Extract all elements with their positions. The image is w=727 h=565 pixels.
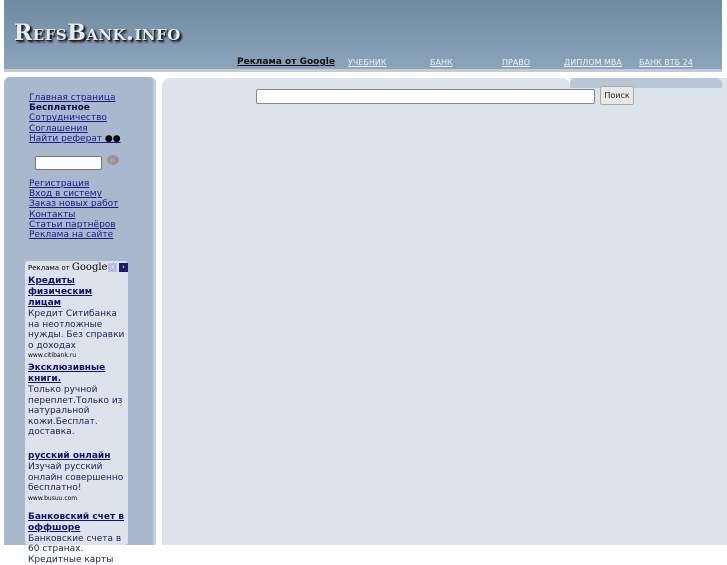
nav-google-ads[interactable]: Реклама от Google (237, 57, 335, 67)
sidebar-item-register[interactable]: Регистрация (29, 179, 118, 189)
sidebar-item-agreements[interactable]: Соглашения (29, 124, 121, 134)
eyes-icon: ●● (105, 134, 121, 144)
sidebar-item-home[interactable]: Главная страница (29, 93, 121, 103)
ad-desc: Только ручной переплет.Только из натурал… (28, 385, 125, 438)
ad-title[interactable]: Банковский счет в оффшоре (28, 512, 125, 534)
sidebar-item-partners[interactable]: Статьи партнёров (29, 220, 118, 230)
nav-bank[interactable]: БАНК (430, 58, 453, 67)
sidebar-item-login[interactable]: Вход в систему (29, 189, 118, 199)
ad-desc: Изучай русский онлайн совершенно бесплат… (28, 462, 125, 494)
ad-url[interactable]: www.citibank.ru (28, 351, 125, 361)
site-logo[interactable]: RefsBank.info (14, 20, 181, 46)
sidebar-links-bottom: Регистрация Вход в систему Заказ новых р… (29, 179, 118, 240)
ad-desc: Банковские счета в 60 странах. Кредитные… (28, 534, 125, 565)
ad-header-prefix: Реклама от (28, 264, 70, 272)
ad-desc: Кредит Ситибанка на неотложные нужды. Бе… (28, 309, 125, 351)
sidebar-item-find[interactable]: Найти реферат ●● (29, 134, 121, 144)
right-tab (570, 78, 722, 88)
sidebar-item-contacts[interactable]: Контакты (29, 210, 118, 220)
sidebar-search-input[interactable] (35, 156, 102, 170)
search-input[interactable] (256, 89, 595, 104)
ad-item[interactable]: Эксклюзивные книги.Только ручной перепле… (28, 361, 125, 449)
ad-url[interactable]: www.busuu.com (28, 494, 125, 504)
next-arrow-icon[interactable]: › (119, 263, 128, 272)
nav-textbook[interactable]: УЧЕБНИК (348, 58, 387, 67)
google-ad-block: Реклама от Google ‹ › Кредиты физическим… (25, 261, 128, 545)
ad-header: Реклама от Google ‹ › (28, 261, 125, 274)
sidebar-links-top: Главная страница Бесплатное Сотрудничест… (29, 93, 121, 144)
main-content (162, 78, 570, 545)
sidebar-item-cooperation[interactable]: Сотрудничество (29, 113, 121, 123)
nav-law[interactable]: ПРАВО (502, 58, 530, 67)
sidebar-item-order[interactable]: Заказ новых работ (29, 199, 118, 209)
nav-mba[interactable]: ДИПЛОМ MBA (564, 58, 622, 67)
ad-title[interactable]: Эксклюзивные книги. (28, 363, 125, 385)
ad-title[interactable]: Кредиты физическим лицам (28, 276, 125, 309)
header: RefsBank.info Реклама от Google УЧЕБНИК … (4, 0, 722, 72)
ad-item[interactable]: русский онлайнИзучай русский онлайн сове… (28, 451, 125, 504)
search-button[interactable]: Поиск (600, 86, 634, 105)
find-label: Найти реферат (29, 134, 102, 144)
ad-item[interactable]: Кредиты физическим лицамКредит Ситибанка… (28, 276, 125, 361)
nav-vtb24[interactable]: БАНК ВТБ 24 (639, 58, 693, 67)
go-arrow-icon[interactable]: ▶ (107, 155, 119, 165)
google-logo: Google (72, 262, 108, 273)
prev-arrow-icon[interactable]: ‹ (108, 263, 117, 272)
main-right (570, 78, 727, 545)
sidebar-item-advertise[interactable]: Реклама на сайте (29, 230, 118, 240)
ad-item[interactable]: Банковский счет в оффшореБанковские счет… (28, 512, 125, 565)
ad-title[interactable]: русский онлайн (28, 451, 125, 462)
sidebar-item-free[interactable]: Бесплатное (29, 103, 121, 113)
